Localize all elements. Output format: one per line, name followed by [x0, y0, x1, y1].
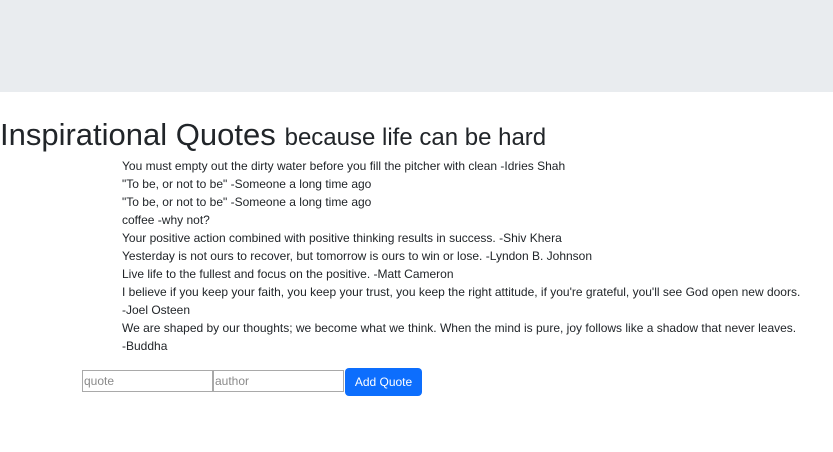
add-quote-button[interactable]: Add Quote: [345, 368, 422, 396]
quote-line: "To be, or not to be" -Someone a long ti…: [122, 195, 372, 209]
author-input[interactable]: [213, 370, 344, 392]
quote-line: We are shaped by our thoughts; we become…: [122, 321, 797, 335]
quote-input[interactable]: [82, 370, 213, 392]
quote-line: Yesterday is not ours to recover, but to…: [122, 249, 593, 263]
title-main: Inspirational Quotes: [0, 117, 276, 152]
quote-line: -Joel Osteen: [122, 303, 191, 317]
quote-line: I believe if you keep your faith, you ke…: [122, 285, 801, 299]
quote-line: Your positive action combined with posit…: [122, 231, 562, 245]
top-banner: [0, 0, 833, 92]
quote-line: You must empty out the dirty water befor…: [122, 159, 566, 173]
quote-line: "To be, or not to be" -Someone a long ti…: [122, 177, 372, 191]
quote-line: coffee -why not?: [122, 213, 210, 227]
quote-line: -Buddha: [122, 339, 168, 353]
quote-line: Live life to the fullest and focus on th…: [122, 267, 454, 281]
title-subtitle: because life can be hard: [284, 124, 547, 151]
page-title: Inspirational Quotes because life can be…: [0, 114, 546, 158]
quote-list: You must empty out the dirty water befor…: [122, 157, 822, 355]
